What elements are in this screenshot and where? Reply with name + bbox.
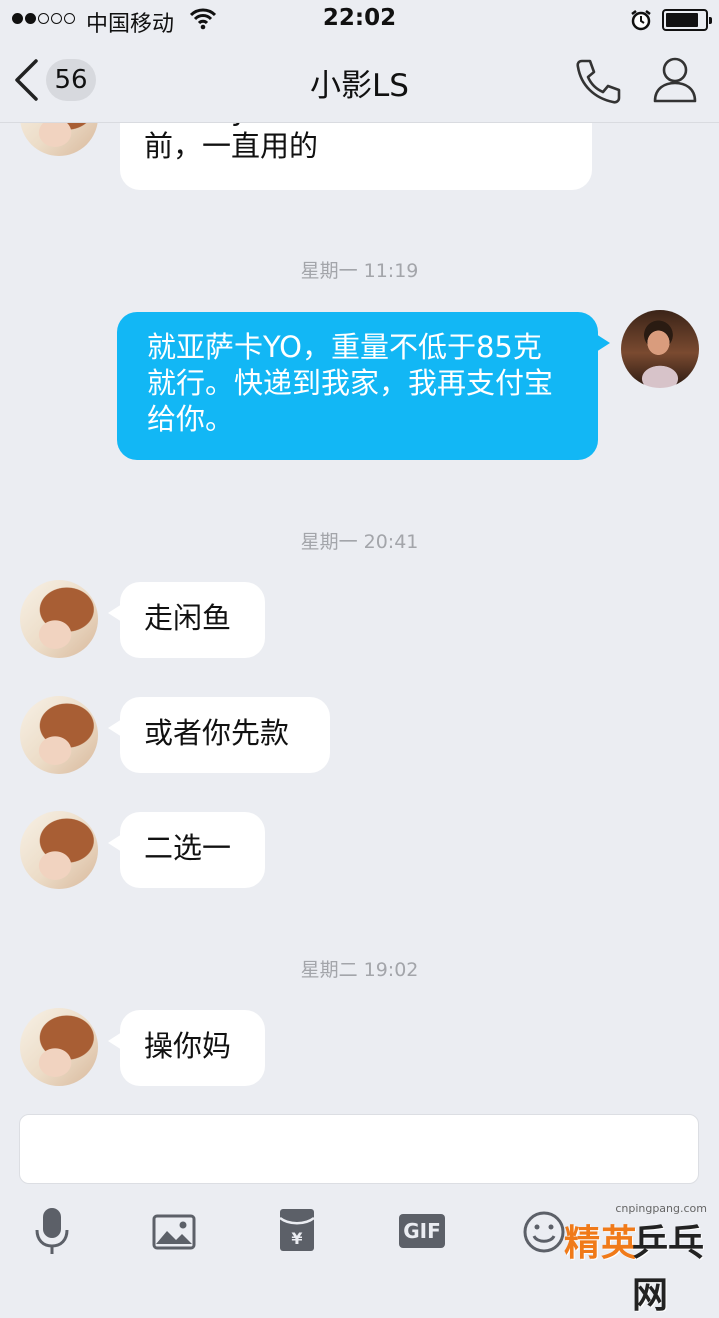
contact-avatar[interactable] <box>20 1008 98 1086</box>
message-bubble-incoming[interactable]: 或者你先款 <box>108 697 330 773</box>
battery-icon <box>662 9 712 31</box>
my-avatar[interactable] <box>621 310 699 388</box>
contact-avatar[interactable] <box>20 580 98 658</box>
timestamp: 星期二 19:02 <box>300 959 419 981</box>
status-bar: 中国移动 22:02 <box>0 0 719 40</box>
unread-count-badge: 56 <box>46 59 96 101</box>
contact-avatar[interactable] <box>20 696 98 774</box>
site-watermark: cnpingpang.com 精英 乒乓网 <box>560 1196 719 1316</box>
chat-area[interactable]: 亚萨卡yo是张怡宁签约蝴蝶之前，一直用的 星期一 11:19 就亚萨卡YO，重量… <box>0 0 719 1110</box>
gif-label: GIF <box>403 1219 441 1243</box>
watermark-text-left: 精英 <box>564 1223 639 1264</box>
timestamp: 星期一 11:19 <box>300 260 419 282</box>
message-bubble-outgoing[interactable]: 就亚萨卡YO，重量不低于85克就行。快递到我家，我再支付宝给你。 <box>117 312 610 460</box>
microphone-icon[interactable] <box>34 1206 70 1256</box>
chevron-left-icon <box>15 59 38 101</box>
phone-icon[interactable] <box>574 58 622 104</box>
message-input[interactable] <box>19 1114 699 1184</box>
contact-profile-icon[interactable] <box>652 56 698 104</box>
message-bubble-incoming[interactable]: 走闲鱼 <box>108 582 265 658</box>
back-button[interactable]: 56 <box>12 58 96 102</box>
message-bubble-incoming[interactable]: 二选一 <box>108 812 265 888</box>
contact-avatar[interactable] <box>20 811 98 889</box>
carrier-name: 中国移动 <box>86 12 175 37</box>
message-bubble-incoming[interactable]: 操你妈 <box>108 1010 265 1086</box>
message-text: 走闲鱼 <box>144 601 232 635</box>
nav-bar: 56 小影LS <box>0 40 719 123</box>
gif-icon[interactable]: GIF <box>399 1214 445 1248</box>
signal-strength-icon <box>12 13 75 24</box>
timestamp: 星期一 20:41 <box>300 531 419 553</box>
alarm-icon <box>631 10 651 31</box>
watermark-text-right: 乒乓网 <box>632 1223 705 1316</box>
message-text: 操你妈 <box>144 1029 232 1063</box>
message-text: 二选一 <box>144 831 232 865</box>
wifi-icon <box>190 8 216 30</box>
message-text: 或者你先款 <box>144 716 290 750</box>
red-packet-icon[interactable]: ¥ <box>279 1208 315 1252</box>
message-text: 就亚萨卡YO，重量不低于85克就行。快递到我家，我再支付宝给你。 <box>147 330 554 436</box>
image-icon[interactable] <box>152 1214 196 1250</box>
svg-text:¥: ¥ <box>291 1229 302 1248</box>
